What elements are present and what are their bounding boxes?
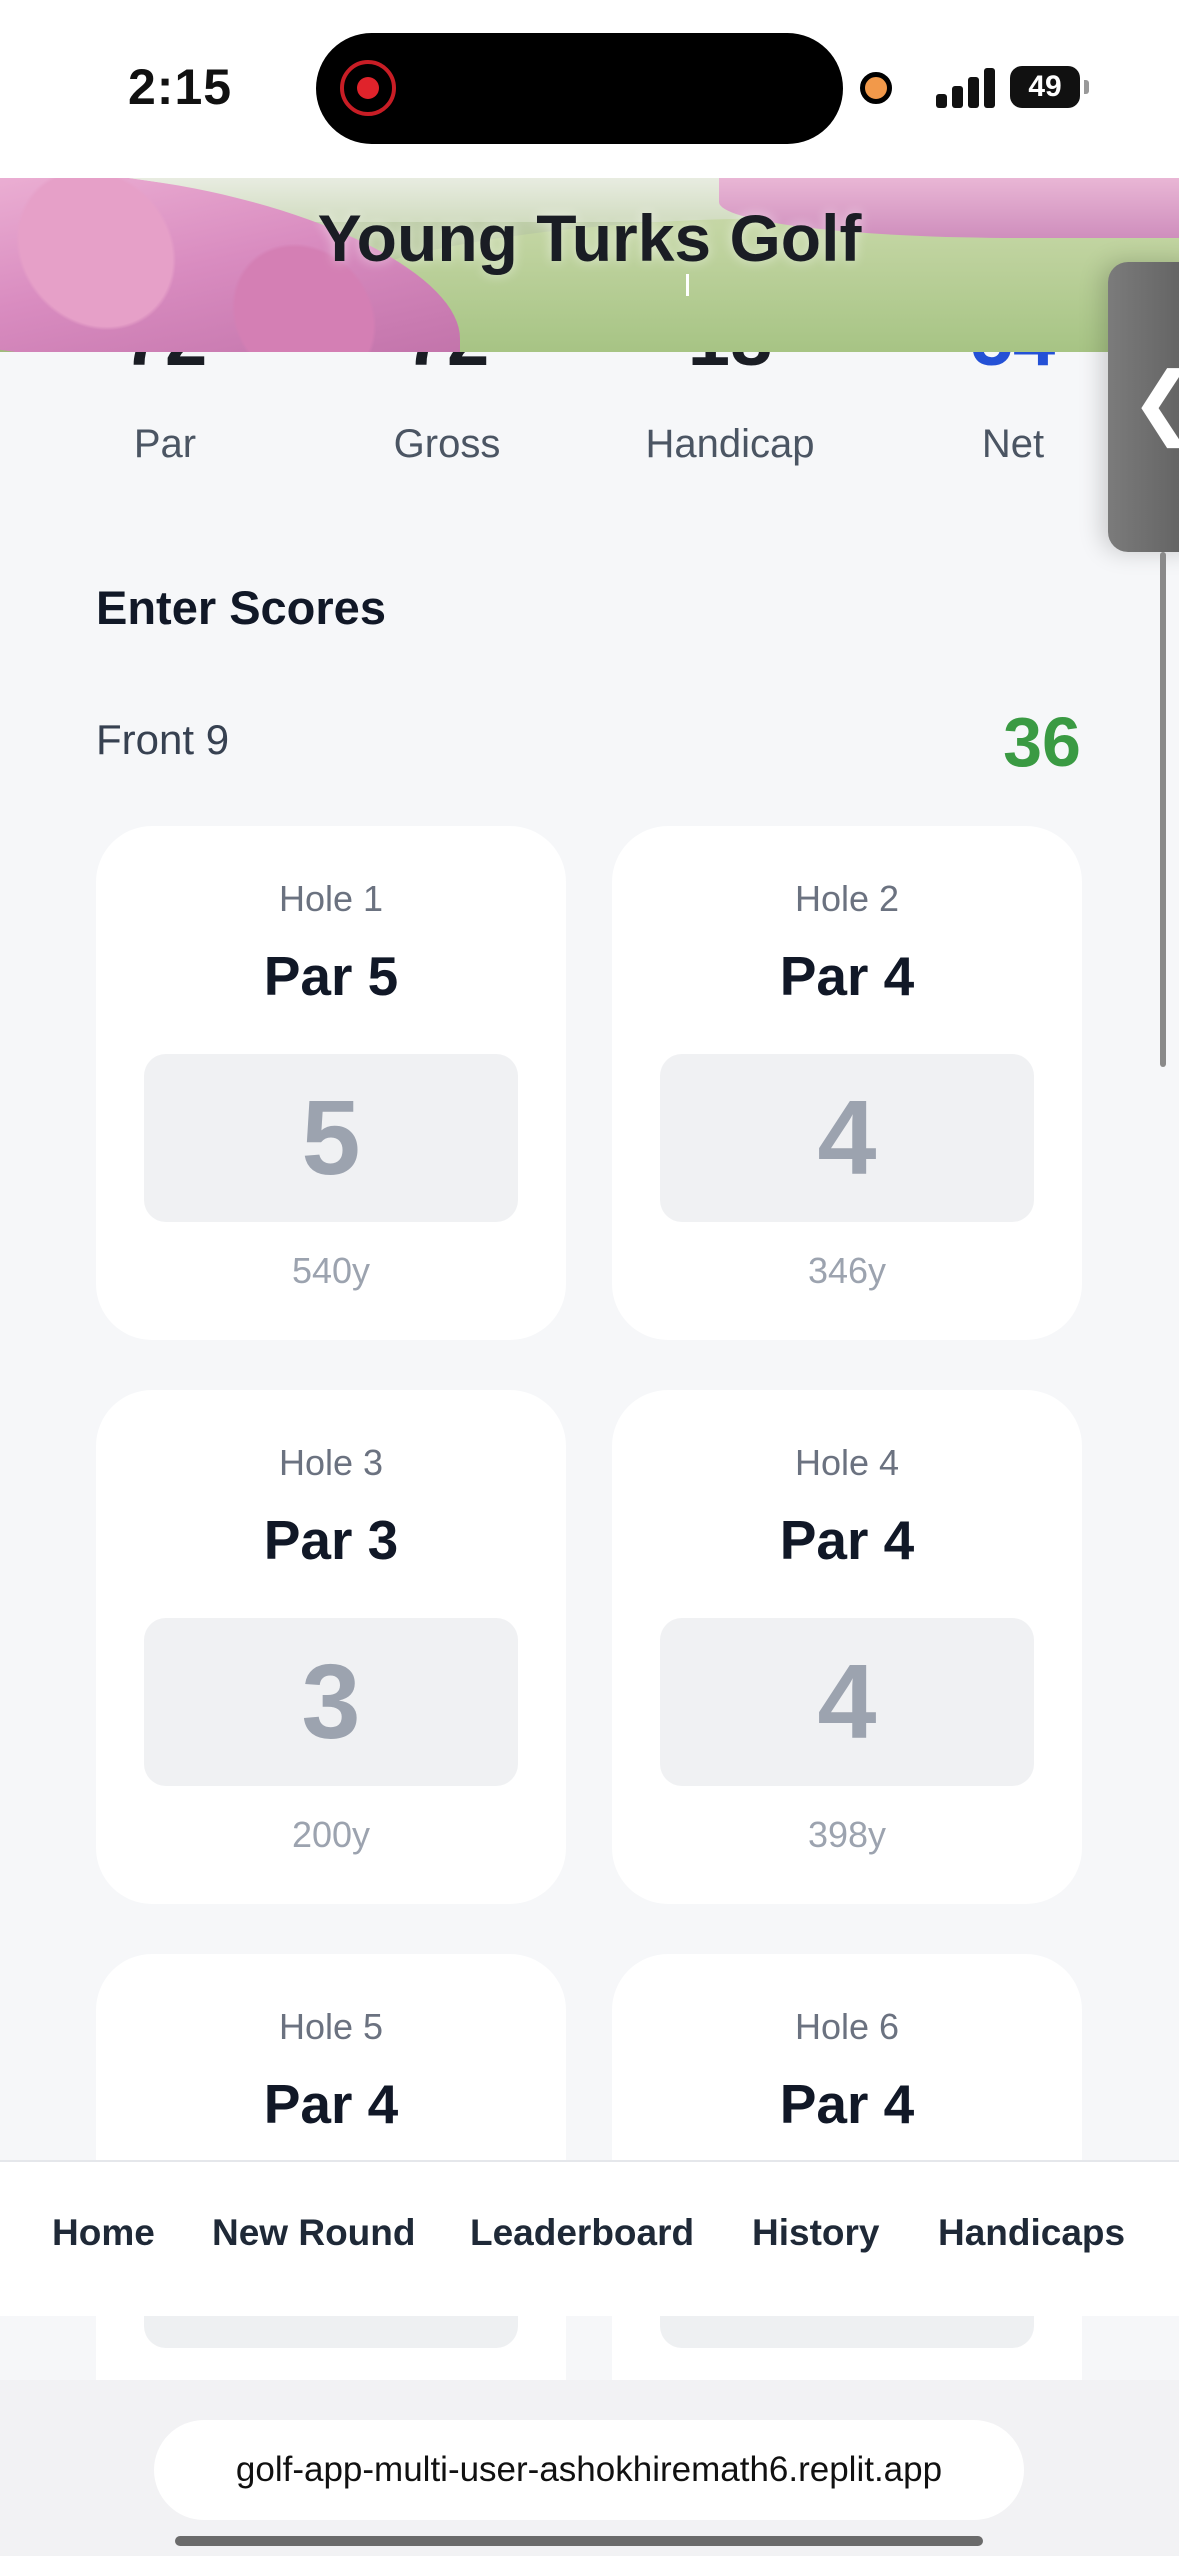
nav-home[interactable]: Home — [52, 2212, 155, 2254]
stat-par: 72 Par — [25, 352, 305, 467]
cellular-signal-icon — [936, 66, 998, 108]
hole-card: Hole 1 Par 5 5 540y — [96, 826, 566, 1340]
stat-value: 72 — [25, 352, 305, 378]
section-title: Enter Scores — [96, 581, 386, 634]
hole-par: Par 4 — [779, 945, 915, 1007]
stat-gross: 72 Gross — [307, 352, 587, 467]
score-input[interactable]: 4 — [660, 1054, 1034, 1222]
stat-value: 72 — [307, 352, 587, 378]
nav-new-round[interactable]: New Round — [212, 2212, 415, 2254]
scroll-content-peek — [0, 2316, 1179, 2380]
score-input[interactable]: 4 — [660, 1618, 1034, 1786]
front-nine-total: 36 — [1003, 703, 1081, 781]
hole-card: Hole 4 Par 4 4 398y — [612, 1390, 1082, 1904]
nav-leaderboard[interactable]: Leaderboard — [470, 2212, 694, 2254]
stat-handicap: 18 Handicap — [590, 352, 870, 467]
stat-label: Handicap — [645, 422, 815, 466]
hole-number: Hole 6 — [794, 2006, 900, 2047]
browser-toolbar: golf-app-multi-user-ashokhiremath6.repli… — [0, 2380, 1179, 2556]
app-title: Young Turks Golf — [317, 201, 862, 275]
flag-icon — [686, 274, 689, 296]
hole-par: Par 4 — [779, 1509, 915, 1571]
home-indicator[interactable] — [175, 2536, 983, 2546]
hole-yardage: 398y — [807, 1814, 887, 1855]
hole-par: Par 5 — [263, 945, 399, 1007]
score-input[interactable]: 5 — [144, 1054, 518, 1222]
front-nine-label: Front 9 — [96, 716, 230, 763]
hole-par: Par 3 — [263, 1509, 399, 1571]
battery-icon: 49 — [1010, 66, 1089, 108]
hole-number: Hole 4 — [794, 1442, 900, 1483]
status-bar: 2:15 49 — [0, 0, 1179, 178]
scrollbar[interactable] — [1160, 552, 1166, 1067]
round-summary: 72 Par 72 Gross 18 Handicap 54 Net — [0, 352, 1179, 466]
hole-number: Hole 2 — [794, 878, 900, 919]
score-input[interactable]: 3 — [144, 1618, 518, 1786]
stat-value: 18 — [590, 352, 870, 378]
nav-history[interactable]: History — [752, 2212, 879, 2254]
header-banner: Young Turks Golf — [0, 178, 1179, 352]
status-time: 2:15 — [128, 59, 233, 115]
hole-number: Hole 5 — [278, 2006, 384, 2047]
stat-label: Gross — [393, 422, 501, 466]
hole-card: Hole 2 Par 4 4 346y — [612, 826, 1082, 1340]
address-bar[interactable]: golf-app-multi-user-ashokhiremath6.repli… — [154, 2420, 1024, 2520]
nav-handicaps[interactable]: Handicaps — [938, 2212, 1125, 2254]
chevron-left-icon: ❮ — [1130, 362, 1179, 442]
hole-number: Hole 3 — [278, 1442, 384, 1483]
hole-yardage: 200y — [291, 1814, 371, 1855]
hole-number: Hole 1 — [278, 878, 384, 919]
hole-yardage: 346y — [807, 1250, 887, 1291]
hole-yardage: 540y — [291, 1250, 371, 1291]
bottom-nav: Home New Round Leaderboard History Handi… — [0, 2160, 1179, 2316]
hole-par: Par 4 — [263, 2073, 399, 2135]
stat-label: Par — [133, 422, 197, 466]
mic-indicator-icon — [860, 72, 892, 104]
screen-recording-icon[interactable] — [340, 60, 396, 116]
drawer-toggle-button[interactable]: ❮ — [1108, 262, 1179, 552]
hole-par: Par 4 — [779, 2073, 915, 2135]
hole-card: Hole 3 Par 3 3 200y — [96, 1390, 566, 1904]
